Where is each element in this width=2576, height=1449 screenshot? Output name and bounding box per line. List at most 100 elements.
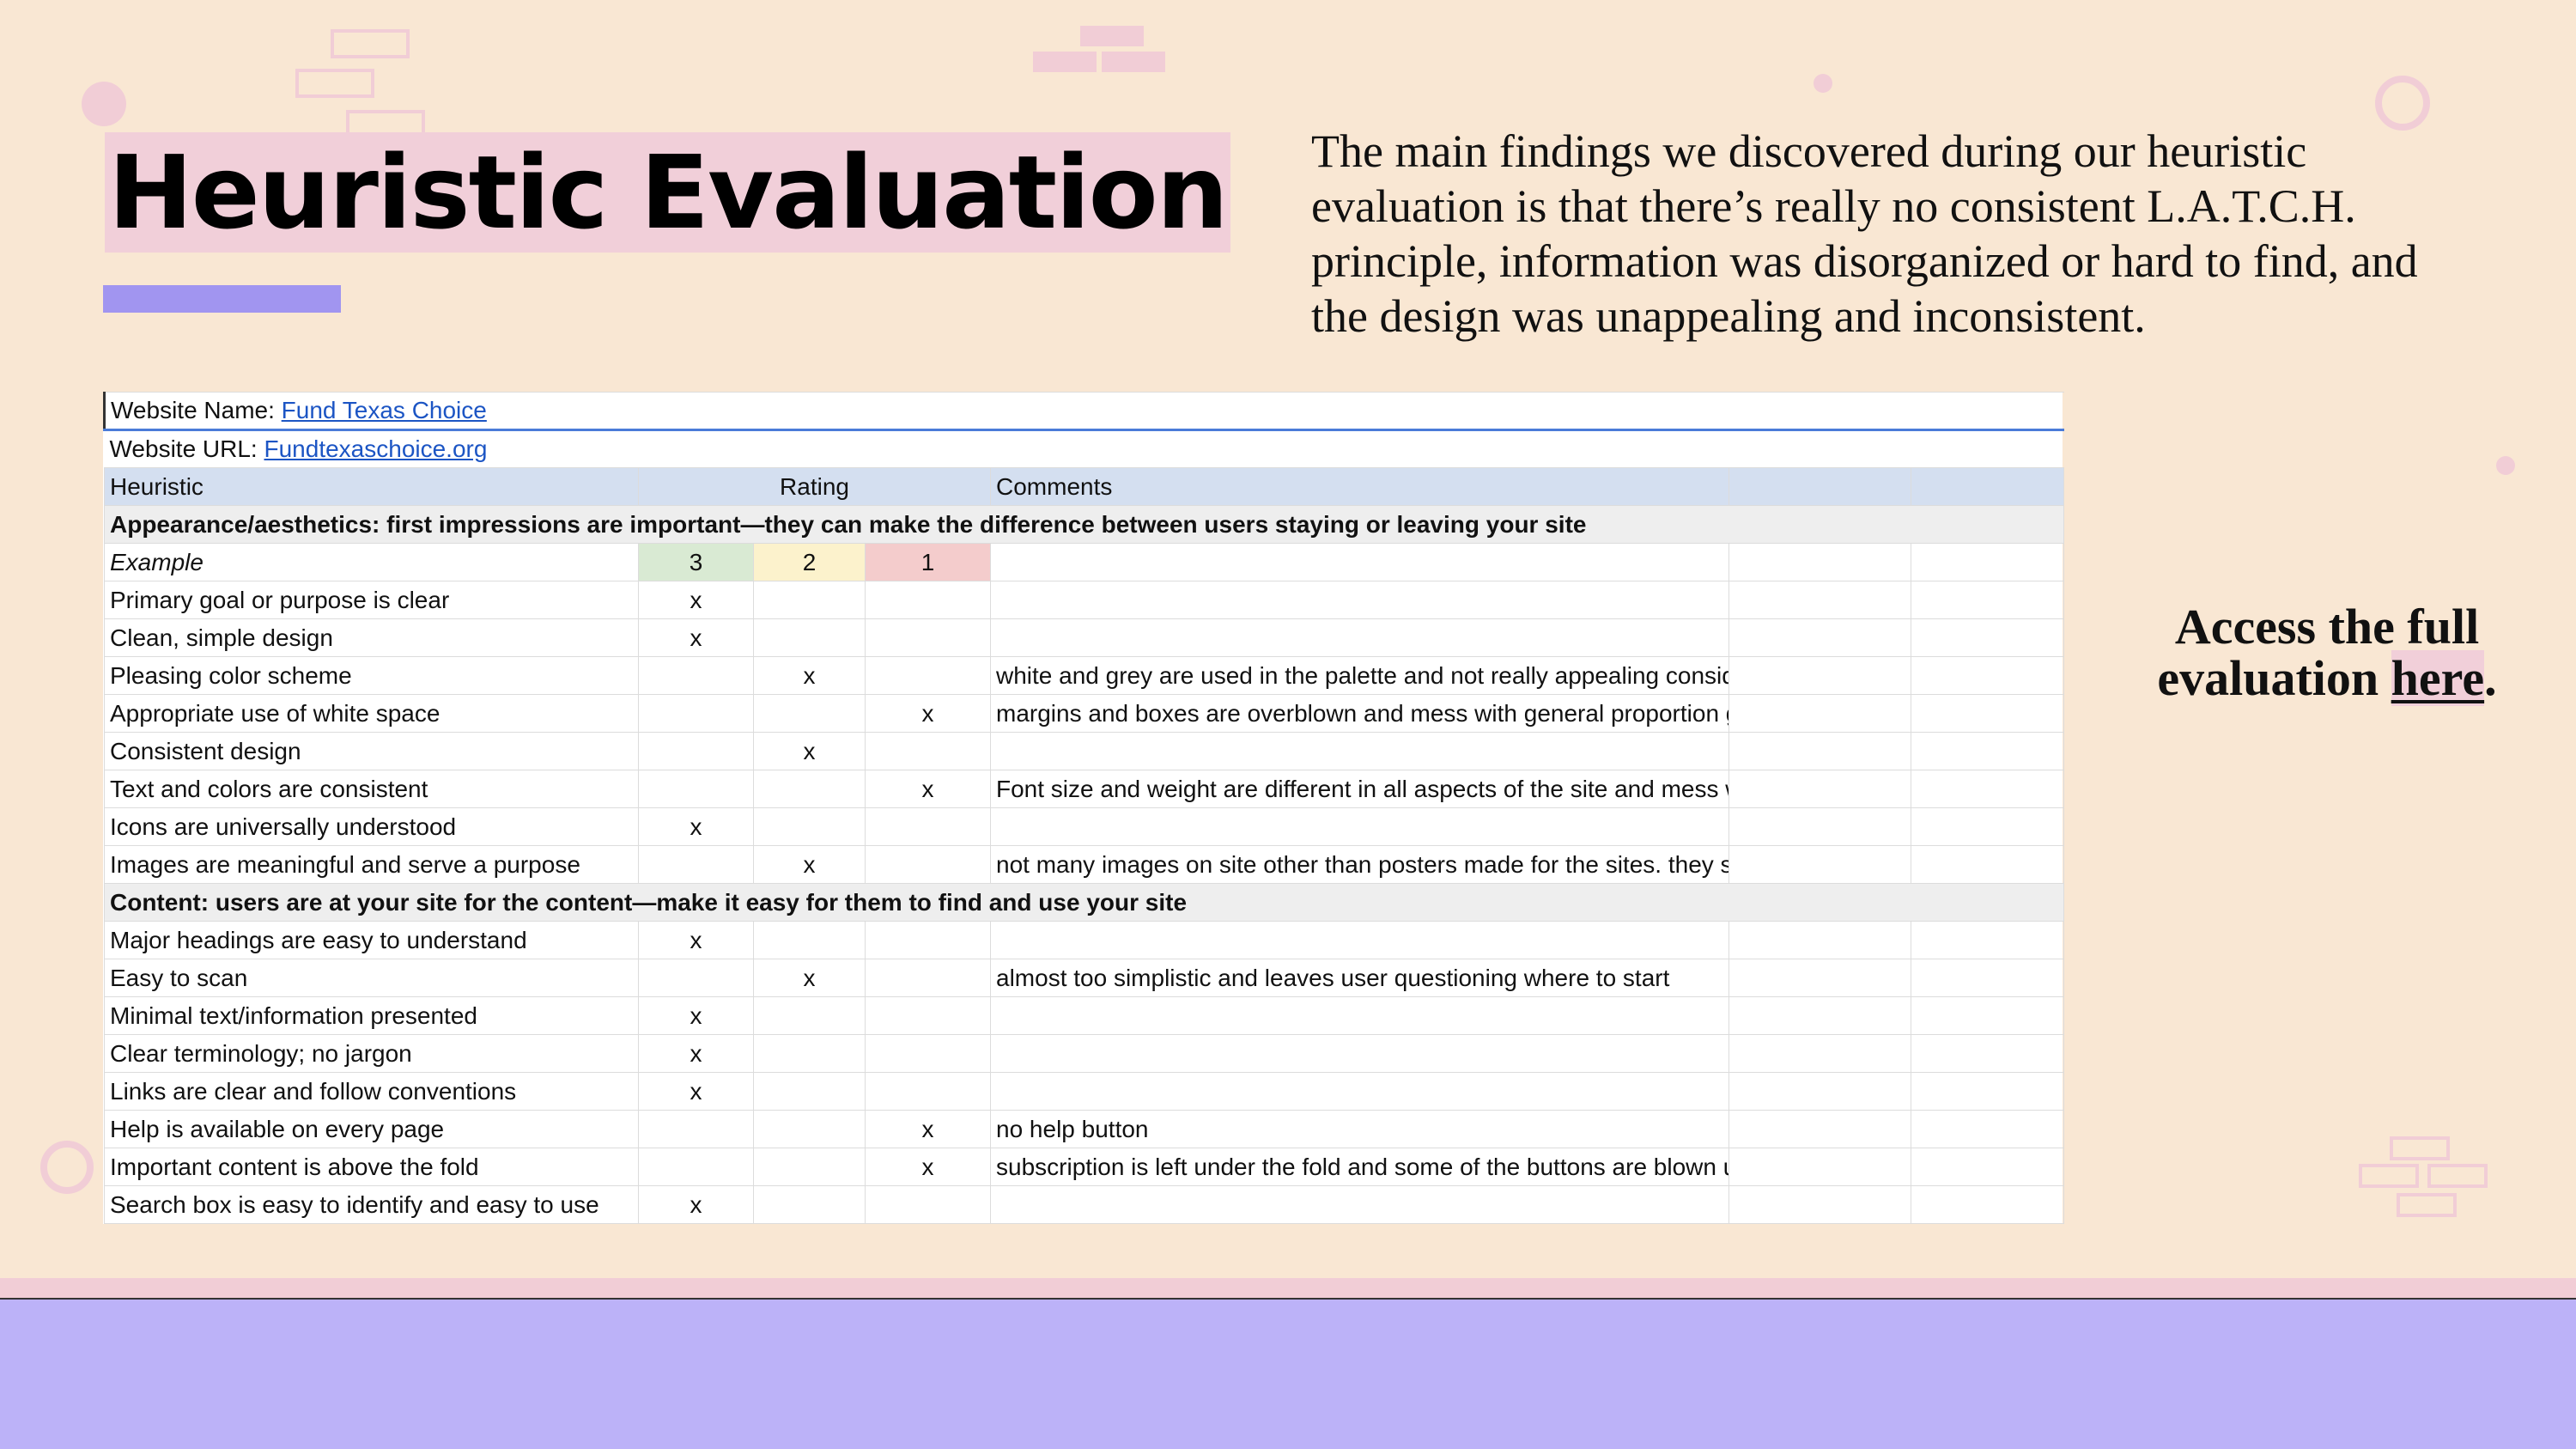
rating-3-cell[interactable] <box>638 1110 754 1148</box>
empty-cell[interactable] <box>1910 921 2065 959</box>
rating-1-cell[interactable] <box>865 581 991 619</box>
rating-1-cell[interactable] <box>865 996 991 1035</box>
rating-3-cell[interactable]: x <box>638 1072 754 1111</box>
empty-cell[interactable] <box>1728 618 1911 657</box>
heuristic-cell[interactable]: Pleasing color scheme <box>104 656 639 695</box>
rating-1-cell[interactable] <box>865 845 991 884</box>
comment-cell[interactable] <box>990 807 1729 846</box>
empty-cell[interactable] <box>1910 1110 2065 1148</box>
heuristic-cell[interactable]: Appropriate use of white space <box>104 694 639 733</box>
comment-cell[interactable] <box>990 732 1729 770</box>
rating-3-cell[interactable]: x <box>638 618 754 657</box>
rating-1-cell[interactable] <box>865 618 991 657</box>
comment-cell[interactable]: white and grey are used in the palette a… <box>990 656 1729 695</box>
rating-1-cell[interactable]: x <box>865 1148 991 1186</box>
empty-cell[interactable] <box>1910 1148 2065 1186</box>
rating-1-cell[interactable]: x <box>865 694 991 733</box>
comment-cell[interactable] <box>990 921 1729 959</box>
rating-2-cell[interactable] <box>753 921 866 959</box>
empty-header[interactable] <box>1910 467 2065 506</box>
rating-1-cell[interactable] <box>865 1034 991 1073</box>
empty-cell[interactable] <box>1910 732 2065 770</box>
heuristic-cell[interactable]: Links are clear and follow conventions <box>104 1072 639 1111</box>
empty-cell[interactable] <box>1728 959 1911 997</box>
empty-cell[interactable] <box>1728 732 1911 770</box>
rating-2-cell[interactable] <box>753 996 866 1035</box>
empty-cell[interactable] <box>1910 543 2065 581</box>
heuristic-cell[interactable]: Text and colors are consistent <box>104 770 639 808</box>
empty-cell[interactable] <box>1728 694 1911 733</box>
rating-2-cell[interactable] <box>753 1185 866 1224</box>
comment-cell[interactable] <box>990 1185 1729 1224</box>
rating-3-cell[interactable]: x <box>638 1034 754 1073</box>
rating-header[interactable]: Rating <box>638 467 991 506</box>
rating-2-cell[interactable] <box>753 1148 866 1186</box>
empty-cell[interactable] <box>1728 807 1911 846</box>
empty-cell[interactable] <box>1910 959 2065 997</box>
rating-1-cell[interactable]: x <box>865 1110 991 1148</box>
rating-3-cell[interactable] <box>638 1148 754 1186</box>
website-url-cell[interactable]: Website URL: Fundtexaschoice.org <box>104 429 2064 468</box>
rating-2-cell[interactable] <box>753 581 866 619</box>
heuristic-cell[interactable]: Major headings are easy to understand <box>104 921 639 959</box>
rating-2-cell[interactable]: x <box>753 656 866 695</box>
empty-cell[interactable] <box>1728 770 1911 808</box>
rating-2-cell[interactable]: x <box>753 845 866 884</box>
rating-3-cell[interactable] <box>638 656 754 695</box>
rating-2-cell[interactable] <box>753 770 866 808</box>
empty-cell[interactable] <box>1728 543 1911 581</box>
empty-cell[interactable] <box>1728 921 1911 959</box>
empty-cell[interactable] <box>1910 845 2065 884</box>
rating-2-cell[interactable] <box>753 807 866 846</box>
comment-cell[interactable]: not many images on site other than poste… <box>990 845 1729 884</box>
comment-cell[interactable] <box>990 543 1729 581</box>
empty-cell[interactable] <box>1728 1072 1911 1111</box>
rating-1-cell[interactable] <box>865 959 991 997</box>
heuristic-cell[interactable]: Icons are universally understood <box>104 807 639 846</box>
rating-3-cell[interactable] <box>638 959 754 997</box>
empty-cell[interactable] <box>1910 656 2065 695</box>
heuristic-cell[interactable]: Easy to scan <box>104 959 639 997</box>
heuristic-cell[interactable]: Primary goal or purpose is clear <box>104 581 639 619</box>
empty-cell[interactable] <box>1910 694 2065 733</box>
website-name-cell[interactable]: Website Name: Fund Texas Choice <box>102 392 2064 431</box>
rating-1-cell[interactable] <box>865 732 991 770</box>
rating-1-cell[interactable] <box>865 921 991 959</box>
rating-3-cell[interactable] <box>638 845 754 884</box>
empty-cell[interactable] <box>1728 845 1911 884</box>
comment-cell[interactable] <box>990 996 1729 1035</box>
rating-2-cell[interactable] <box>753 1110 866 1148</box>
empty-cell[interactable] <box>1728 656 1911 695</box>
empty-cell[interactable] <box>1728 1185 1911 1224</box>
rating-2-cell[interactable] <box>753 1034 866 1073</box>
rating-2-cell[interactable] <box>753 618 866 657</box>
example-label[interactable]: Example <box>104 543 639 581</box>
comment-cell[interactable] <box>990 618 1729 657</box>
website-url-link[interactable]: Fundtexaschoice.org <box>264 435 488 462</box>
rating-1-key[interactable]: 1 <box>865 543 991 581</box>
rating-3-cell[interactable]: x <box>638 996 754 1035</box>
comment-cell[interactable] <box>990 1072 1729 1111</box>
rating-2-cell[interactable] <box>753 694 866 733</box>
empty-cell[interactable] <box>1728 996 1911 1035</box>
rating-1-cell[interactable] <box>865 807 991 846</box>
empty-cell[interactable] <box>1728 1110 1911 1148</box>
comment-cell[interactable]: margins and boxes are overblown and mess… <box>990 694 1729 733</box>
empty-cell[interactable] <box>1728 1034 1911 1073</box>
rating-3-cell[interactable] <box>638 732 754 770</box>
heuristic-cell[interactable]: Consistent design <box>104 732 639 770</box>
empty-cell[interactable] <box>1910 770 2065 808</box>
empty-cell[interactable] <box>1910 581 2065 619</box>
rating-3-cell[interactable]: x <box>638 581 754 619</box>
rating-3-cell[interactable] <box>638 694 754 733</box>
rating-1-cell[interactable] <box>865 656 991 695</box>
website-name-link[interactable]: Fund Texas Choice <box>282 397 487 423</box>
comment-cell[interactable]: almost too simplistic and leaves user qu… <box>990 959 1729 997</box>
comment-cell[interactable] <box>990 581 1729 619</box>
empty-cell[interactable] <box>1910 996 2065 1035</box>
heuristic-cell[interactable]: Images are meaningful and serve a purpos… <box>104 845 639 884</box>
section-title[interactable]: Content: users are at your site for the … <box>103 883 2065 922</box>
rating-2-key[interactable]: 2 <box>753 543 866 581</box>
section-title[interactable]: Appearance/aesthetics: first impressions… <box>103 505 2065 544</box>
comment-cell[interactable]: Font size and weight are different in al… <box>990 770 1729 808</box>
